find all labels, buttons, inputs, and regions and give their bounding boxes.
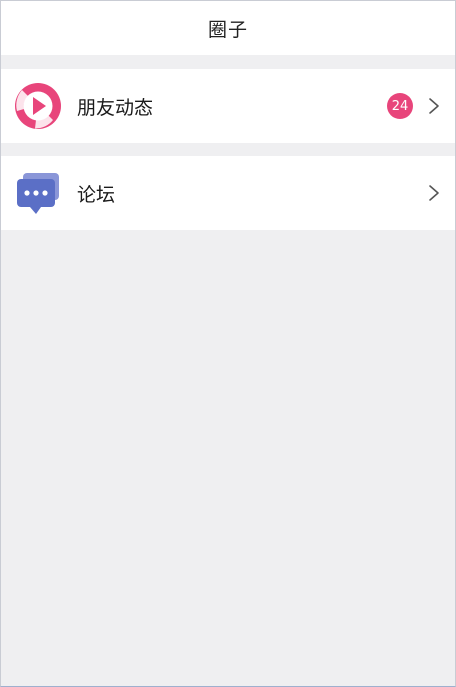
list-item-forum[interactable]: 论坛 <box>1 156 455 230</box>
list-item-label: 论坛 <box>77 183 116 206</box>
list-item-friend-moments[interactable]: 朋友动态 24 <box>1 69 455 143</box>
moments-play-icon <box>13 81 63 131</box>
list-item-label: 朋友动态 <box>77 96 154 119</box>
unread-count-badge: 24 <box>387 93 413 119</box>
chevron-right-icon <box>427 97 441 115</box>
nav-bar: 圈子 <box>1 1 455 55</box>
chevron-right-icon <box>427 184 441 202</box>
forum-chat-icon <box>13 168 63 218</box>
page-title: 圈子 <box>207 18 248 41</box>
